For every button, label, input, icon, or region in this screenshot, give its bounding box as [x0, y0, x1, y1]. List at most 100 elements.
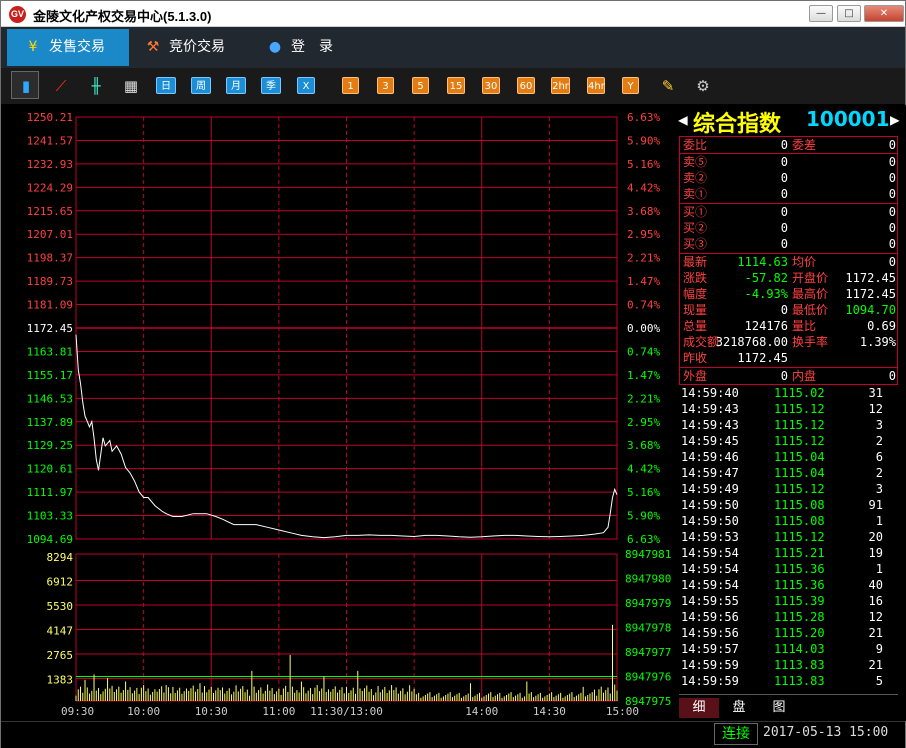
settings-gear-icon[interactable]: ⚙ [691, 73, 715, 99]
prev-instrument-icon[interactable]: ◀ [678, 110, 688, 129]
tick-volume: 19 [868, 546, 883, 560]
period-button-0[interactable]: 日 [156, 77, 176, 94]
period-button-2[interactable]: 月 [226, 77, 246, 94]
quote-tab-0[interactable]: 细 [679, 698, 719, 718]
price-tick-label: 1094.69 [27, 533, 73, 546]
stat-label: 总量 [683, 319, 708, 333]
stat-label: 幅度 [683, 287, 708, 301]
tick-time: 14:59:54 [681, 546, 739, 560]
interval-button-3[interactable]: 15 [447, 77, 465, 94]
interval-button-7[interactable]: 4hr [587, 77, 605, 94]
stat-value: 124176 [744, 319, 788, 333]
period-button-1[interactable]: 周 [191, 77, 211, 94]
tick-volume: 1 [875, 514, 883, 528]
interval-button-8[interactable]: Y [622, 77, 639, 94]
price-tick-label: 1224.29 [27, 181, 73, 194]
bid-book: 买① 0 0 买② 0 0 买③ 0 0 [679, 203, 898, 254]
yen-icon: ¥ [28, 39, 38, 55]
minimize-button[interactable]: — [809, 5, 833, 22]
tick-price: 1115.12 [774, 482, 825, 496]
tick-price: 1115.04 [774, 466, 825, 480]
tick-row: 14:59:54 1115.21 19 [679, 545, 896, 561]
tab-sell-trade[interactable]: ¥ 发售交易 [7, 29, 129, 66]
next-instrument-icon[interactable]: ▶ [890, 110, 900, 129]
pct-tick-label: 2.21% [627, 392, 660, 405]
nei-pan-value: 0 [888, 369, 896, 383]
tick-time: 14:59:46 [681, 450, 739, 464]
tick-volume: 5 [875, 674, 883, 688]
bids-level-label: 买③ [683, 237, 708, 251]
pct-tick-label: 1.47% [627, 275, 660, 288]
stat-label: 均价 [792, 255, 817, 269]
stat-value: -57.82 [744, 271, 788, 285]
asks-level-price: 0 [780, 155, 788, 169]
intraday-chart[interactable]: 1250.21 6.63% 1241.57 5.90% 1232.93 5.16% 1224… [1, 105, 677, 721]
volume-right-label: 8947981 [625, 548, 671, 561]
tick-price: 1115.12 [774, 402, 825, 416]
interval-button-6[interactable]: 2hr [551, 77, 570, 94]
connection-status[interactable]: 连接 [714, 723, 758, 745]
price-tick-label: 1172.45 [27, 322, 73, 335]
bids-level-volume: 0 [888, 205, 896, 219]
interval-button-5[interactable]: 60 [517, 77, 535, 94]
calendar-icon[interactable]: ▦ [119, 73, 143, 99]
pct-tick-label: 4.42% [627, 181, 660, 194]
volume-tick-label: 1383 [47, 674, 74, 687]
tick-price: 1115.12 [774, 418, 825, 432]
pct-tick-label: 6.63% [627, 533, 660, 546]
tick-row: 14:59:46 1115.04 6 [679, 449, 896, 465]
stat-label: 现量 [683, 303, 708, 317]
tick-list[interactable]: 14:59:40 1115.02 31 14:59:43 1115.12 12 14:59:… [677, 385, 906, 693]
pct-tick-label: 5.90% [627, 510, 660, 523]
price-tick-label: 1111.97 [27, 486, 73, 499]
tick-volume: 40 [868, 578, 883, 592]
interval-button-1[interactable]: 3 [377, 77, 394, 94]
stat-label: 开盘价 [792, 271, 829, 285]
tab-login[interactable]: ● 登 录 [263, 29, 333, 66]
tick-price: 1115.28 [774, 610, 825, 624]
time-tick-label: 11:00 [262, 705, 295, 718]
tick-row: 14:59:50 1115.08 1 [679, 513, 896, 529]
stat-label: 量比 [792, 319, 817, 333]
tick-row: 14:59:45 1115.12 2 [679, 433, 896, 449]
line-chart-icon[interactable]: ⟋ [49, 73, 73, 99]
interval-button-0[interactable]: 1 [342, 77, 359, 94]
app-window: GV 金陵文化产权交易中心(5.1.3.0) — □ ✕ ¥ 发售交易 ⚒ 竞价交易… [0, 0, 906, 748]
pct-tick-label: 4.42% [627, 463, 660, 476]
pct-tick-label: 3.68% [627, 439, 660, 452]
price-tick-label: 1137.89 [27, 416, 73, 429]
bids-level-price: 0 [780, 205, 788, 219]
tick-time: 14:59:45 [681, 434, 739, 448]
stat-label: 最低价 [792, 303, 829, 317]
interval-button-4[interactable]: 30 [482, 77, 500, 94]
tick-time: 14:59:55 [681, 594, 739, 608]
stats-box: 最新 1114.63 均价 0 涨跌 -57.82 开盘价 1172.45 幅度 -4.93% 最高… [679, 253, 898, 368]
period-button-3[interactable]: 季 [261, 77, 281, 94]
quote-tab-2[interactable]: 图 [759, 698, 799, 718]
period-button-4[interactable]: X [297, 77, 315, 94]
close-button[interactable]: ✕ [864, 5, 904, 22]
asks-level-label: 卖⑤ [683, 155, 708, 169]
ask-book: 卖⑤ 0 0 卖② 0 0 卖① 0 0 [679, 153, 898, 204]
tick-time: 14:59:54 [681, 562, 739, 576]
tick-volume: 21 [868, 658, 883, 672]
tick-price: 1115.02 [774, 386, 825, 400]
stat-label: 换手率 [792, 335, 829, 349]
bids-level-volume: 0 [888, 221, 896, 235]
volume-tick-label: 8294 [47, 551, 74, 564]
draw-pencil-icon[interactable]: ✎ [657, 73, 679, 99]
tick-time: 14:59:49 [681, 482, 739, 496]
tick-price: 1115.04 [774, 450, 825, 464]
quote-tab-1[interactable]: 盘 [719, 698, 759, 718]
tab-auction-trade[interactable]: ⚒ 竞价交易 [141, 29, 225, 66]
bar-chart-icon[interactable]: ▮ [15, 73, 37, 99]
candlestick-icon[interactable]: ╫ [84, 73, 108, 99]
interval-button-2[interactable]: 5 [412, 77, 429, 94]
maximize-button[interactable]: □ [837, 5, 861, 22]
bids-level-price: 0 [780, 221, 788, 235]
nei-pan-label: 内盘 [792, 369, 817, 383]
stat-value: 1.39% [859, 335, 896, 349]
stat-value: 0 [780, 303, 788, 317]
time-tick-label: 11:30/13:00 [310, 705, 383, 718]
price-tick-label: 1207.01 [27, 228, 73, 241]
